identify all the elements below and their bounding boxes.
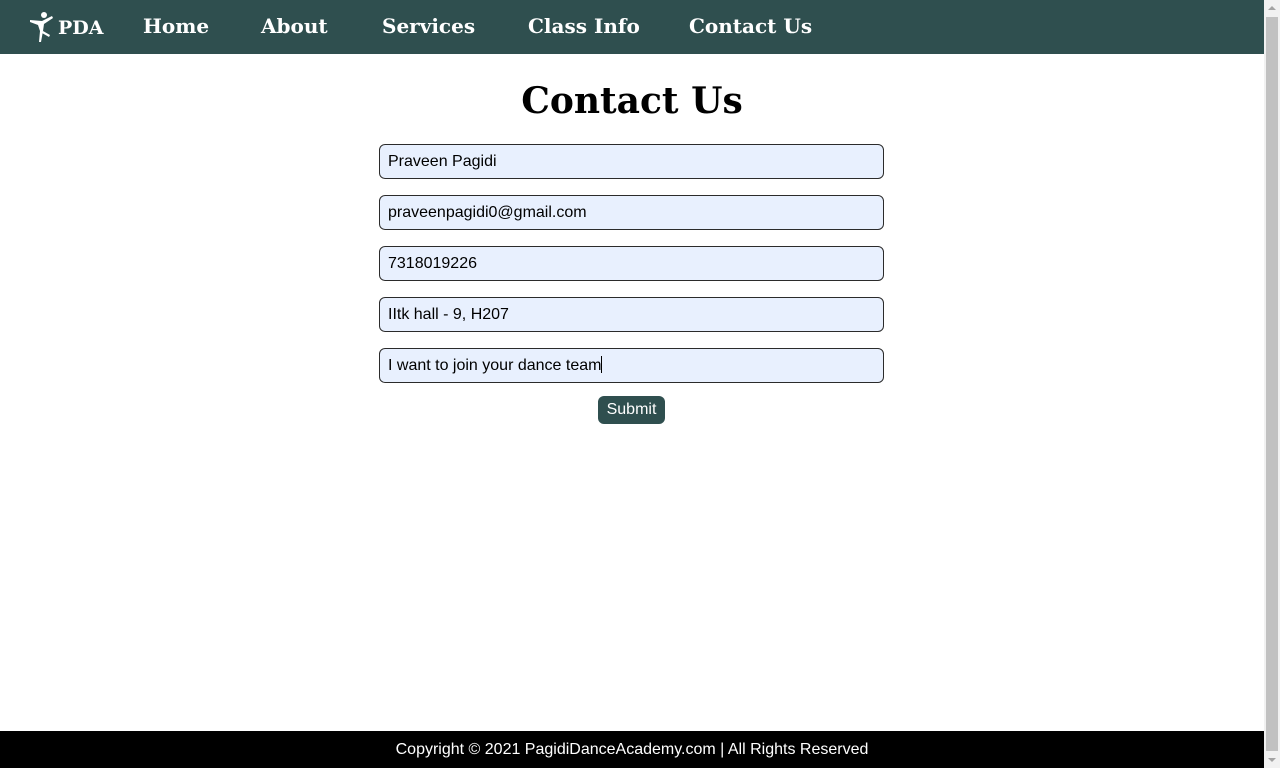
email-field[interactable]: praveenpagidi0@gmail.com — [379, 195, 884, 230]
message-text: I want to join your dance team — [388, 357, 602, 374]
navbar: PDA Home About Services Class Info Conta… — [0, 0, 1264, 54]
scroll-thumb[interactable] — [1266, 17, 1278, 751]
copyright-text: Copyright © 2021 PagidiDanceAcademy.com … — [395, 741, 869, 758]
nav-link-services[interactable]: Services — [382, 14, 475, 38]
dancer-icon — [28, 11, 56, 43]
nav-link-about[interactable]: About — [261, 14, 328, 38]
name-field[interactable]: Praveen Pagidi — [379, 144, 884, 179]
logo[interactable]: PDA — [28, 10, 104, 44]
message-field[interactable]: I want to join your dance team — [379, 348, 884, 383]
phone-field[interactable]: 7318019226 — [379, 246, 884, 281]
scroll-down-arrow-icon[interactable] — [1264, 751, 1280, 768]
scroll-up-arrow-icon[interactable] — [1264, 0, 1280, 17]
submit-button[interactable]: Submit — [598, 396, 665, 424]
nav-link-contact-us[interactable]: Contact Us — [689, 14, 812, 38]
address-field[interactable]: IItk hall - 9, H207 — [379, 297, 884, 332]
page-title: Contact Us — [521, 80, 743, 122]
text-caret — [601, 356, 603, 373]
vertical-scrollbar[interactable] — [1264, 0, 1280, 768]
nav-link-class-info[interactable]: Class Info — [528, 14, 640, 38]
page: PDA Home About Services Class Info Conta… — [0, 0, 1264, 768]
logo-text: PDA — [58, 17, 104, 39]
nav-link-home[interactable]: Home — [143, 14, 209, 38]
footer: Copyright © 2021 PagidiDanceAcademy.com … — [0, 731, 1264, 768]
